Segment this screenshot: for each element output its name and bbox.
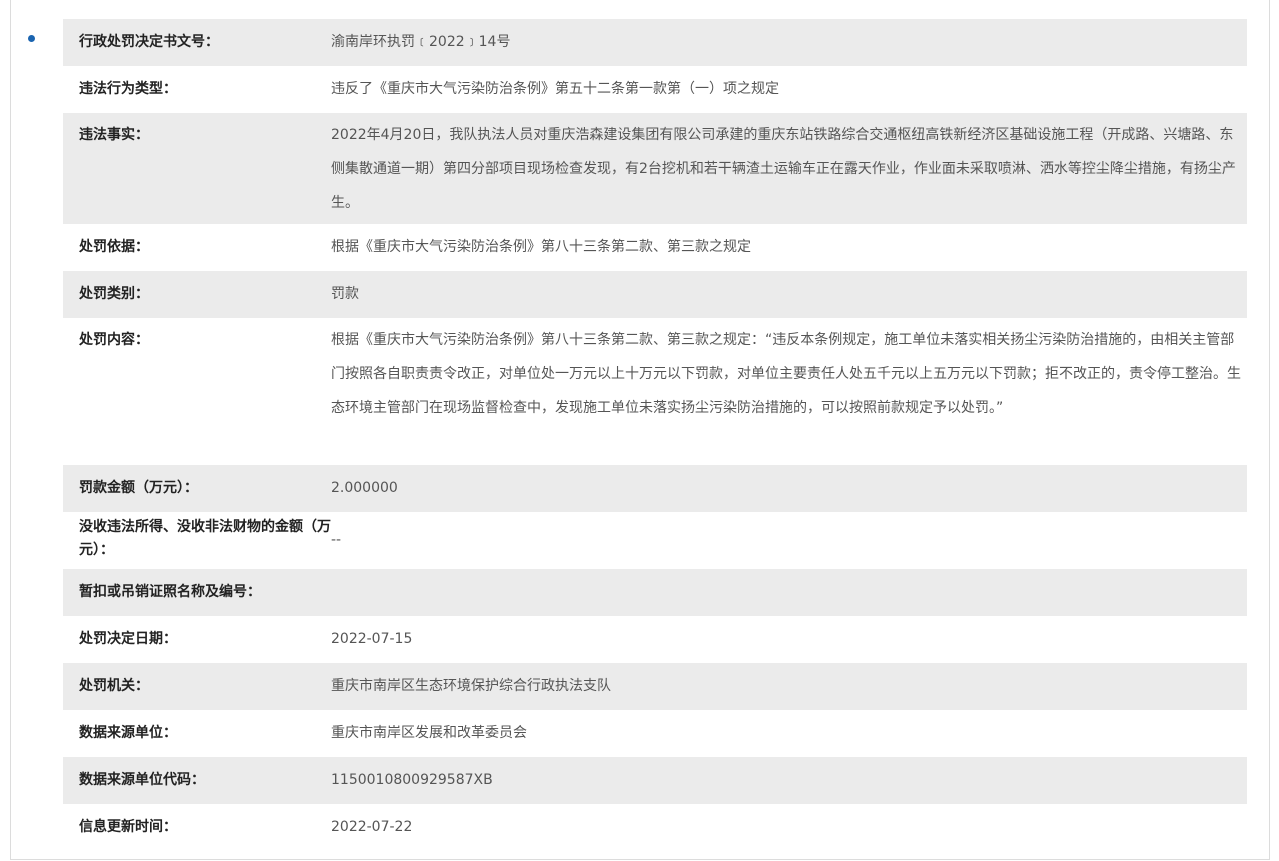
row-label: 处罚内容：	[79, 332, 149, 348]
table-row: 处罚决定日期： 2022-07-15	[63, 616, 1247, 663]
row-label: 处罚类别：	[79, 286, 149, 302]
table-row: 行政处罚决定书文号： 渝南岸环执罚﹝2022﹞14号	[63, 19, 1247, 66]
table-row: 罚款金额（万元）： 2.000000	[63, 465, 1247, 512]
table-row: 违法事实： 2022年4月20日，我队执法人员对重庆浩森建设集团有限公司承建的重…	[63, 113, 1247, 224]
table-row: 处罚类别： 罚款	[63, 271, 1247, 318]
table-row: 没收违法所得、没收非法财物的金额（万元）： --	[63, 512, 1247, 569]
row-value: 渝南岸环执罚﹝2022﹞14号	[331, 34, 511, 50]
row-value: 2022-07-15	[331, 631, 413, 647]
row-value: 1150010800929587XB	[331, 772, 493, 788]
row-label: 暂扣或吊销证照名称及编号：	[79, 584, 261, 600]
table-row: 信息更新时间： 2022-07-22	[63, 804, 1247, 851]
table-row: 数据来源单位： 重庆市南岸区发展和改革委员会	[63, 710, 1247, 757]
list-bullet-icon	[28, 35, 35, 42]
table-row: 违法行为类型： 违反了《重庆市大气污染防治条例》第五十二条第一款第（一）项之规定	[63, 66, 1247, 113]
row-label: 罚款金额（万元）：	[79, 480, 198, 496]
table-row: 暂扣或吊销证照名称及编号：	[63, 569, 1247, 616]
penalty-info-table: 行政处罚决定书文号： 渝南岸环执罚﹝2022﹞14号 违法行为类型： 违反了《重…	[63, 19, 1247, 851]
table-row: 处罚机关： 重庆市南岸区生态环境保护综合行政执法支队	[63, 663, 1247, 710]
row-label: 数据来源单位：	[79, 725, 177, 741]
row-value: 重庆市南岸区生态环境保护综合行政执法支队	[331, 678, 611, 694]
table-row: 数据来源单位代码： 1150010800929587XB	[63, 757, 1247, 804]
row-label: 信息更新时间：	[79, 819, 177, 835]
row-label: 违法事实：	[79, 127, 149, 143]
row-value: 罚款	[331, 286, 359, 302]
row-value: 根据《重庆市大气污染防治条例》第八十三条第二款、第三款之规定	[331, 239, 751, 255]
row-label: 行政处罚决定书文号：	[79, 34, 219, 50]
row-label: 处罚决定日期：	[79, 631, 177, 647]
row-label: 数据来源单位代码：	[79, 772, 205, 788]
row-value: --	[331, 532, 342, 548]
row-value: 违反了《重庆市大气污染防治条例》第五十二条第一款第（一）项之规定	[331, 81, 779, 97]
row-value: 根据《重庆市大气污染防治条例》第八十三条第二款、第三款之规定：“违反本条例规定，…	[331, 332, 1241, 416]
row-value: 2022-07-22	[331, 819, 413, 835]
row-value: 2.000000	[331, 480, 398, 496]
table-row: 处罚内容： 根据《重庆市大气污染防治条例》第八十三条第二款、第三款之规定：“违反…	[63, 318, 1247, 465]
row-value: 2022年4月20日，我队执法人员对重庆浩森建设集团有限公司承建的重庆东站铁路综…	[331, 127, 1236, 211]
row-label: 处罚机关：	[79, 678, 149, 694]
row-label: 没收违法所得、没收非法财物的金额（万元）：	[79, 519, 331, 558]
row-label: 违法行为类型：	[79, 81, 177, 97]
row-label: 处罚依据：	[79, 239, 149, 255]
row-value: 重庆市南岸区发展和改革委员会	[331, 725, 527, 741]
table-row: 处罚依据： 根据《重庆市大气污染防治条例》第八十三条第二款、第三款之规定	[63, 224, 1247, 271]
